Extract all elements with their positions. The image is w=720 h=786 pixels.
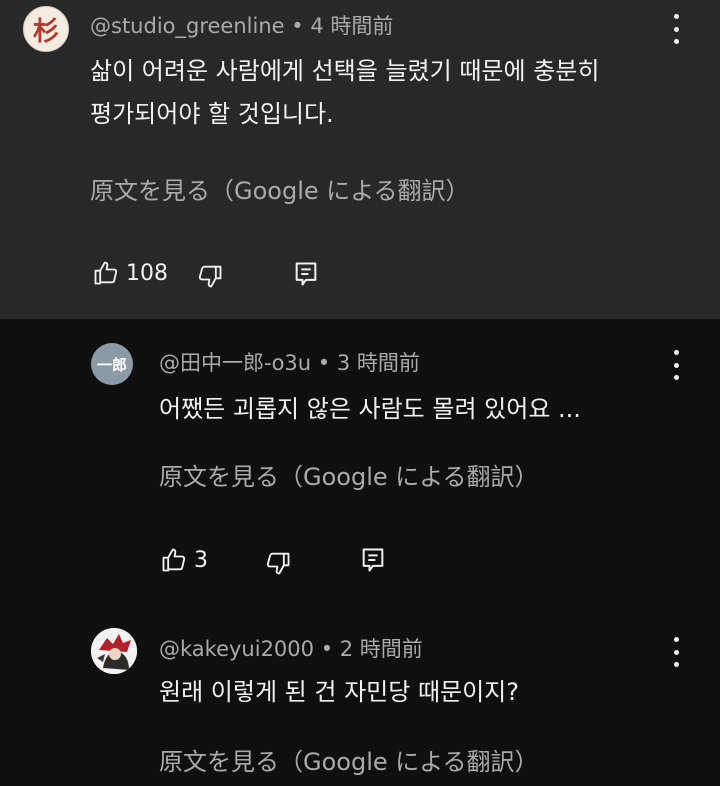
meta-separator: • — [314, 637, 340, 661]
avatar-illustration — [91, 628, 137, 674]
comment-header: @kakeyui2000 • 2 時間前 — [159, 633, 423, 663]
dislike-button[interactable] — [196, 262, 224, 290]
avatar-text: 一郎 — [96, 355, 127, 374]
see-original-link[interactable]: 原文を見る（Google による翻訳） — [159, 457, 539, 492]
like-count: 108 — [126, 260, 168, 286]
comment-text-line: 어쨌든 괴롭지 않은 사람도 몰려 있어요 ... — [159, 395, 581, 423]
avatar[interactable]: 杉 — [23, 6, 69, 52]
dislike-button[interactable] — [264, 549, 292, 577]
comment-text: 어쨌든 괴롭지 않은 사람도 몰려 있어요 ... — [159, 388, 581, 431]
more-vert-icon[interactable] — [666, 14, 686, 44]
reply-icon — [359, 546, 387, 574]
comment-time: 4 時間前 — [310, 14, 394, 38]
thumb-up-icon — [92, 259, 120, 287]
author-name[interactable]: @田中一郎-o3u — [159, 351, 311, 375]
comment-text: 원래 이렇게 된 건 자민당 때문이지? — [159, 671, 519, 714]
avatar-glyph: 杉 — [32, 16, 59, 47]
comment-item: 杉 @studio_greenline • 4 時間前 삶이 어려운 사람에게 … — [0, 0, 720, 319]
thumb-down-icon — [196, 262, 224, 290]
comment-time: 2 時間前 — [339, 637, 423, 661]
comment-time: 3 時間前 — [336, 351, 420, 375]
thumb-down-icon — [264, 549, 292, 577]
see-original-link[interactable]: 原文を見る（Google による翻訳） — [90, 171, 470, 206]
thumb-up-icon — [160, 546, 188, 574]
avatar[interactable] — [91, 628, 137, 674]
reply-icon — [292, 260, 320, 288]
meta-separator: • — [311, 351, 337, 375]
comment-text-line: 원래 이렇게 된 건 자민당 때문이지? — [159, 678, 520, 706]
author-name[interactable]: @kakeyui2000 — [159, 637, 314, 661]
like-button[interactable]: 3 — [160, 546, 208, 574]
see-original-link[interactable]: 原文を見る（Google による翻訳） — [159, 742, 539, 777]
comment-text: 삶이 어려운 사람에게 선택을 늘렸기 때문에 충분히 평가되어야 할 것입니다… — [90, 50, 599, 136]
avatar[interactable]: 一郎 — [91, 343, 133, 385]
reply-item: 一郎 @田中一郎-o3u • 3 時間前 어쨌든 괴롭지 않은 사람도 몰려 있… — [0, 319, 720, 605]
reply-button[interactable] — [359, 546, 387, 574]
like-count: 3 — [194, 547, 208, 573]
author-name[interactable]: @studio_greenline — [90, 14, 285, 38]
comment-text-line: 평가되어야 할 것입니다. — [90, 100, 334, 128]
reply-item: @kakeyui2000 • 2 時間前 원래 이렇게 된 건 자민당 때문이지… — [0, 605, 720, 786]
reply-button[interactable] — [292, 260, 320, 288]
like-button[interactable]: 108 — [92, 259, 168, 287]
meta-separator: • — [284, 14, 311, 38]
more-vert-icon[interactable] — [666, 637, 686, 667]
comment-header: @studio_greenline • 4 時間前 — [90, 10, 393, 40]
comment-header: @田中一郎-o3u • 3 時間前 — [159, 347, 420, 377]
more-vert-icon[interactable] — [666, 350, 686, 380]
comment-text-line: 삶이 어려운 사람에게 선택을 늘렸기 때문에 충분히 — [90, 57, 600, 85]
